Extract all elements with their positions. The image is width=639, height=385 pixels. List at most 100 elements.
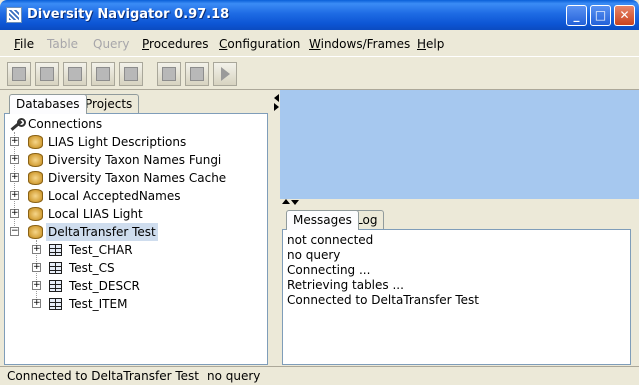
menu-windows-label: indows/Frames bbox=[320, 37, 411, 51]
maximize-button[interactable]: □ bbox=[590, 5, 611, 26]
app-icon bbox=[6, 7, 22, 23]
table-open-icon bbox=[40, 67, 54, 81]
collapse-right-icon[interactable] bbox=[274, 103, 279, 111]
tree-item-label: Test_ITEM bbox=[69, 297, 128, 311]
disk-icon bbox=[190, 67, 204, 81]
tree-item-label: Diversity Taxon Names Cache bbox=[48, 171, 227, 185]
menu-file[interactable]: File bbox=[14, 37, 34, 51]
expand-icon: + bbox=[10, 136, 19, 146]
menu-file-label: ile bbox=[20, 37, 35, 51]
tree-root-label: Connections bbox=[28, 117, 103, 131]
toolbar bbox=[0, 56, 639, 90]
table-icon bbox=[49, 262, 62, 274]
database-icon bbox=[28, 207, 43, 221]
tab-messages[interactable]: Messages bbox=[286, 210, 359, 230]
right-top-panel bbox=[280, 90, 639, 199]
collapse-left-icon[interactable] bbox=[274, 94, 279, 102]
database-icon bbox=[28, 135, 43, 149]
menu-windows-frames[interactable]: Windows/Frames bbox=[309, 37, 410, 51]
tree-item-label: Test_CS bbox=[69, 261, 115, 275]
expand-icon: + bbox=[32, 244, 41, 254]
table-new-icon bbox=[12, 67, 26, 81]
menu-table[interactable]: Table bbox=[47, 37, 78, 51]
tree-item-label: Diversity Taxon Names Fungi bbox=[48, 153, 222, 167]
menu-query[interactable]: Query bbox=[93, 37, 129, 51]
tab-databases[interactable]: Databases bbox=[9, 94, 87, 114]
save-icon bbox=[124, 67, 138, 81]
tree-item-label: Test_CHAR bbox=[69, 243, 133, 257]
expand-icon: + bbox=[32, 262, 41, 272]
expand-icon: + bbox=[10, 190, 19, 200]
tree-item-table[interactable]: + Test_DESCR bbox=[32, 277, 232, 295]
tree-item-table[interactable]: + Test_CS bbox=[32, 259, 232, 277]
play-icon bbox=[218, 67, 232, 81]
status-query: no query bbox=[207, 369, 261, 383]
collapse-icon: − bbox=[10, 226, 19, 236]
minimize-button[interactable]: _ bbox=[566, 5, 587, 26]
collapse-down-icon[interactable] bbox=[291, 200, 299, 205]
close-button[interactable]: ✕ bbox=[614, 5, 635, 26]
tree-item-connection[interactable]: + LIAS Light Descriptions bbox=[10, 133, 260, 151]
tree-item-label: DeltaTransfer Test bbox=[46, 223, 158, 241]
table-add-icon bbox=[68, 67, 82, 81]
menu-configuration[interactable]: Configuration bbox=[219, 37, 300, 51]
message-line: Connected to DeltaTransfer Test bbox=[287, 293, 480, 307]
table-icon bbox=[49, 244, 62, 256]
horizontal-splitter[interactable] bbox=[280, 199, 639, 206]
expand-icon: + bbox=[10, 208, 19, 218]
open-folder-button[interactable] bbox=[157, 62, 181, 86]
table-open-button[interactable] bbox=[35, 62, 59, 86]
menu-procedures[interactable]: Procedures bbox=[142, 37, 209, 51]
tab-projects[interactable]: Projects bbox=[78, 94, 140, 114]
title-bar[interactable]: Diversity Navigator 0.97.18 _ □ ✕ bbox=[0, 0, 639, 30]
expand-icon: + bbox=[10, 154, 19, 164]
message-line: Connecting ... bbox=[287, 263, 371, 277]
tree-item-label: Test_DESCR bbox=[69, 279, 140, 293]
tree-item-connection[interactable]: + Local LIAS Light bbox=[10, 205, 260, 223]
database-icon bbox=[28, 153, 43, 167]
table-icon bbox=[49, 280, 62, 292]
menu-help-mnemonic: H bbox=[417, 37, 427, 51]
tree-item-connection-selected[interactable]: − DeltaTransfer Test bbox=[10, 223, 260, 241]
connection-tree[interactable]: Connections + LIAS Light Descriptions + … bbox=[4, 113, 268, 365]
message-line: Retrieving tables ... bbox=[287, 278, 404, 292]
menu-query-label: Query bbox=[93, 37, 130, 51]
status-bar: Connected to DeltaTransfer Test no query bbox=[0, 366, 639, 385]
tree-item-connection[interactable]: + Diversity Taxon Names Cache bbox=[10, 169, 260, 187]
table-remove-icon bbox=[96, 67, 110, 81]
databases-panel: Databases Projects Connections + LIAS Li… bbox=[0, 90, 274, 366]
message-line: not connected bbox=[287, 233, 374, 247]
table-new-button[interactable] bbox=[7, 62, 31, 86]
tree-item-table[interactable]: + Test_ITEM bbox=[32, 295, 232, 313]
collapse-up-icon[interactable] bbox=[282, 199, 290, 204]
tree-item-connection[interactable]: + Local AcceptedNames bbox=[10, 187, 260, 205]
database-icon bbox=[28, 171, 43, 185]
tree-item-connection[interactable]: + Diversity Taxon Names Fungi bbox=[10, 151, 260, 169]
tree-item-label: Local AcceptedNames bbox=[48, 189, 181, 203]
tree-item-label: LIAS Light Descriptions bbox=[48, 135, 187, 149]
messages-panel: Messages Log not connected no query Conn… bbox=[280, 206, 639, 366]
database-icon bbox=[28, 189, 43, 203]
save-query-button[interactable] bbox=[185, 62, 209, 86]
plug-icon bbox=[8, 117, 26, 133]
window-title: Diversity Navigator 0.97.18 bbox=[27, 7, 230, 22]
messages-list[interactable]: not connected no query Connecting ... Re… bbox=[282, 229, 631, 365]
tree-item-table[interactable]: + Test_CHAR bbox=[32, 241, 232, 259]
table-remove-button[interactable] bbox=[91, 62, 115, 86]
menu-help-label: elp bbox=[426, 37, 445, 51]
menu-windows-mnemonic: W bbox=[309, 37, 321, 51]
menu-procedures-label: rocedures bbox=[149, 37, 209, 51]
menu-help[interactable]: Help bbox=[417, 37, 444, 51]
expand-icon: + bbox=[10, 172, 19, 182]
table-add-button[interactable] bbox=[63, 62, 87, 86]
folder-icon bbox=[162, 67, 176, 81]
tree-item-label: Local LIAS Light bbox=[48, 207, 143, 221]
message-line: no query bbox=[287, 248, 341, 262]
table-icon bbox=[49, 298, 62, 310]
run-button[interactable] bbox=[213, 62, 237, 86]
menu-table-label: Table bbox=[47, 37, 79, 51]
expand-icon: + bbox=[32, 280, 41, 290]
expand-icon: + bbox=[32, 298, 41, 308]
menu-bar: File Table Query Procedures Configuratio… bbox=[0, 30, 639, 56]
save-button[interactable] bbox=[119, 62, 143, 86]
